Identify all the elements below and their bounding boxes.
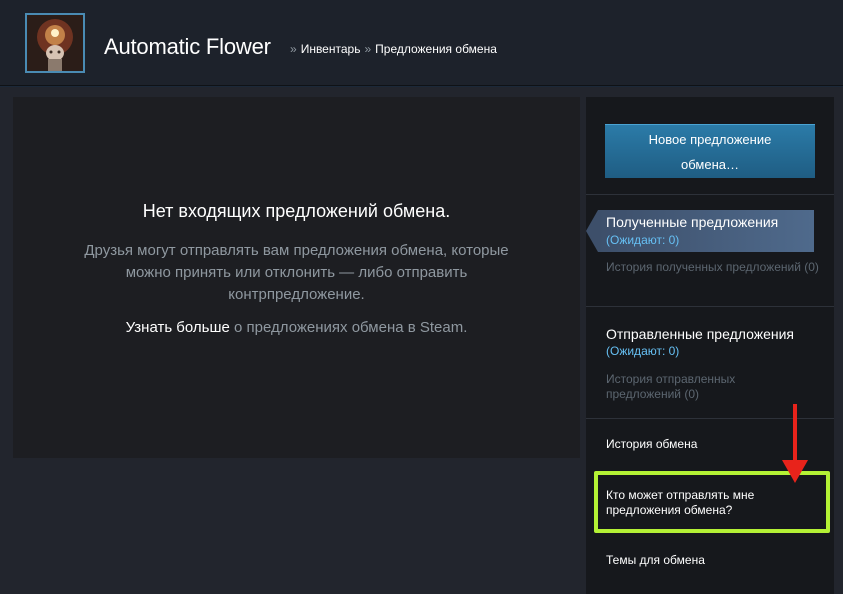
breadcrumb-trade-offers-link[interactable]: Предложения обмена bbox=[375, 42, 497, 56]
avatar-image-icon bbox=[27, 15, 83, 71]
sidebar-divider bbox=[586, 194, 834, 195]
received-offers-title: Полученные предложения bbox=[606, 214, 779, 230]
breadcrumb-separator: » bbox=[364, 42, 372, 56]
trade-topics-link[interactable]: Темы для обмена bbox=[606, 553, 806, 568]
persona-name[interactable]: Automatic Flower bbox=[104, 34, 271, 60]
received-history-link[interactable]: История полученных предложений (0) bbox=[606, 260, 821, 275]
avatar[interactable] bbox=[25, 13, 85, 73]
profile-header: Automatic Flower » Инвентарь» Предложения … bbox=[0, 0, 843, 86]
trade-history-link[interactable]: История обмена bbox=[606, 437, 806, 452]
breadcrumb: » Инвентарь» Предложения обмена bbox=[286, 42, 497, 56]
empty-description: Друзья могут отправлять вам предложения … bbox=[84, 242, 509, 303]
breadcrumb-inventory-link[interactable]: Инвентарь bbox=[301, 42, 361, 56]
learn-more-text: Узнать больше о предложениях обмена в St… bbox=[13, 319, 580, 336]
new-trade-offer-button[interactable]: Новое предложение обмена… bbox=[605, 124, 815, 178]
learn-more-rest: о предложениях обмена в Steam. bbox=[229, 319, 468, 336]
received-pending-count: (Ожидают: 0) bbox=[606, 233, 680, 247]
new-offer-label-line1: Новое предложение bbox=[648, 132, 772, 147]
sent-history-link[interactable]: История отправленных предложений (0) bbox=[606, 372, 766, 402]
red-arrow-annotation-icon bbox=[782, 404, 808, 483]
learn-more-link[interactable]: Узнать больше bbox=[126, 319, 230, 336]
sent-offers-title[interactable]: Отправленные предложения bbox=[606, 326, 794, 342]
empty-offers-panel: Нет входящих предложений обмена. Друзья … bbox=[13, 97, 580, 458]
sent-pending-count: (Ожидают: 0) bbox=[606, 344, 680, 358]
empty-title: Нет входящих предложений обмена. bbox=[142, 201, 451, 221]
sidebar-divider bbox=[586, 306, 834, 307]
breadcrumb-separator: » bbox=[290, 42, 297, 56]
new-offer-label-line2: обмена… bbox=[681, 157, 739, 172]
received-offers-tab[interactable]: Полученные предложения (Ожидают: 0) bbox=[586, 210, 814, 252]
